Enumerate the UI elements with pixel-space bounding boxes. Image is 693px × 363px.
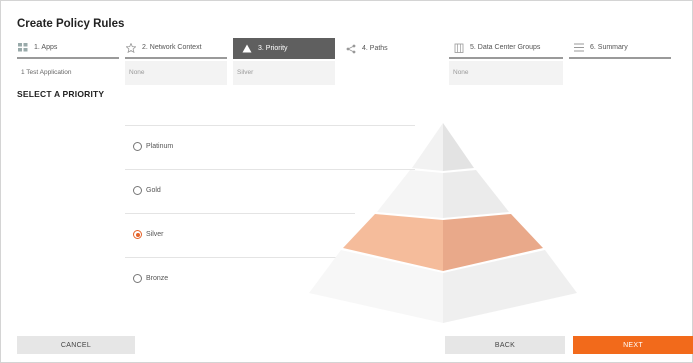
tab-summary-label: 6. Summary (590, 44, 628, 51)
tab-network-context[interactable]: 2. Network Context (125, 38, 227, 59)
section-heading: SELECT A PRIORITY (17, 89, 105, 99)
radio-gold[interactable] (133, 186, 142, 195)
network-context-summary: None (125, 61, 227, 85)
tab-data-center-groups[interactable]: 5. Data Center Groups (449, 38, 563, 59)
tab-summary[interactable]: 6. Summary (569, 38, 671, 59)
pyramid-tier-gold-left (377, 170, 443, 218)
pyramid-tier-gold-right (443, 170, 509, 218)
option-label: Gold (146, 187, 161, 194)
apps-summary: 1 Test Application (17, 61, 119, 85)
radio-platinum[interactable] (133, 142, 142, 151)
priority-option-bronze[interactable]: Bronze (133, 274, 168, 283)
star-icon (125, 42, 137, 53)
tab-priority[interactable]: 3. Priority (233, 38, 335, 59)
share-icon (345, 44, 357, 54)
priority-option-platinum[interactable]: Platinum (133, 142, 173, 151)
tab-paths-label: 4. Paths (362, 45, 388, 52)
building-icon (453, 43, 465, 53)
tab-paths[interactable]: 4. Paths (341, 38, 443, 59)
tab-priority-label: 3. Priority (258, 45, 288, 52)
radio-silver[interactable] (133, 230, 142, 239)
back-button[interactable]: BACK (445, 336, 565, 354)
grid-icon (17, 43, 29, 53)
next-button[interactable]: NEXT (573, 336, 693, 354)
tab-apps[interactable]: 1. Apps (17, 38, 119, 59)
tab-data-center-groups-label: 5. Data Center Groups (470, 44, 541, 51)
page-title: Create Policy Rules (17, 18, 125, 30)
triangle-icon (241, 44, 253, 54)
tab-apps-label: 1. Apps (34, 44, 58, 51)
tab-network-context-label: 2. Network Context (142, 44, 202, 51)
option-label: Silver (146, 231, 164, 238)
option-label: Platinum (146, 143, 174, 150)
priority-option-gold[interactable]: Gold (133, 186, 161, 195)
pyramid-tier-platinum-left (412, 123, 443, 171)
priority-option-silver[interactable]: Silver (133, 230, 164, 239)
pyramid-tier-platinum-right (443, 123, 474, 171)
list-icon (573, 43, 585, 53)
cancel-button[interactable]: CANCEL (17, 336, 135, 354)
data-center-groups-summary: None (449, 61, 563, 85)
option-label: Bronze (146, 275, 169, 282)
priority-summary: Silver (233, 61, 335, 85)
priority-pyramid (309, 123, 577, 323)
radio-bronze[interactable] (133, 274, 142, 283)
policy-wizard-panel: Create Policy Rules 1. Apps 2. Network C… (0, 0, 693, 363)
